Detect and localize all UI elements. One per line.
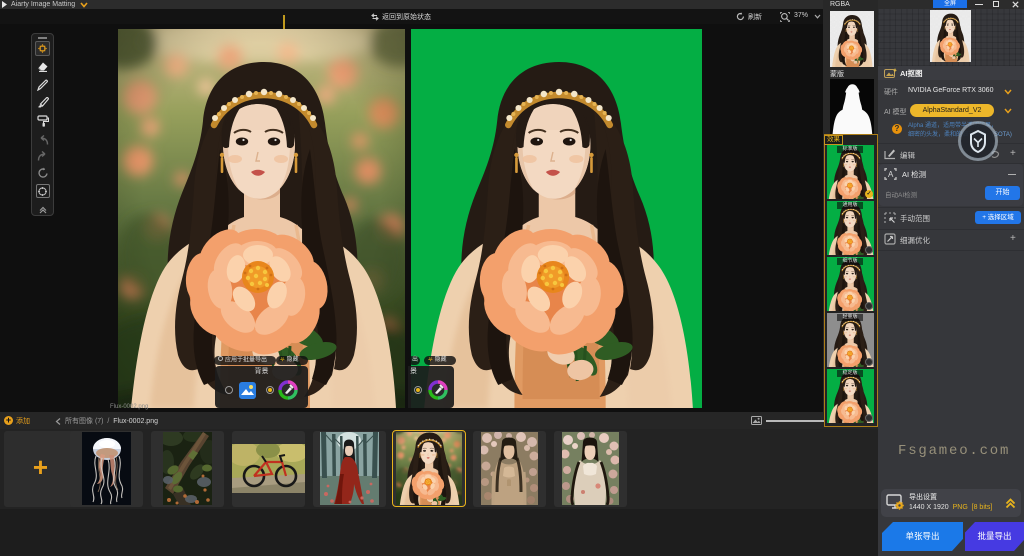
svg-text:A: A xyxy=(888,170,894,179)
